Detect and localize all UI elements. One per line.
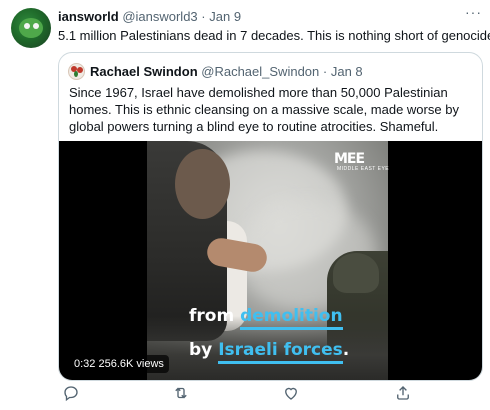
quoted-header: Rachael Swindon @Rachael_Swindon · Jan 8 (90, 64, 363, 80)
video-caption-line1: from demolition (189, 306, 343, 330)
retweet-icon[interactable] (172, 384, 192, 404)
avatar-eye (24, 23, 30, 29)
reply-icon[interactable] (62, 384, 82, 404)
caption-highlight: demolition (240, 306, 343, 330)
quoted-separator: · (322, 64, 328, 79)
quoted-tweet[interactable]: Rachael Swindon @Rachael_Swindon · Jan 8… (58, 52, 483, 381)
caption-highlight: Israeli forces (218, 340, 343, 364)
author-name[interactable]: iansworld (58, 9, 119, 24)
author-handle[interactable]: @iansworld3 (122, 9, 197, 24)
quoted-date[interactable]: Jan 8 (331, 64, 363, 79)
avatar-face (19, 18, 43, 38)
quoted-author-name[interactable]: Rachael Swindon (90, 64, 198, 79)
tweet-actions (58, 384, 483, 406)
quoted-text: Since 1967, Israel have demolished more … (69, 85, 459, 134)
video-caption-line2: by Israeli forces. (189, 340, 350, 364)
video-logo: MEE (334, 151, 365, 167)
video-stats-badge: 0:32 256.6K views (69, 355, 169, 373)
header-separator: · (201, 9, 206, 24)
like-icon[interactable] (282, 384, 302, 404)
tweet-date[interactable]: Jan 9 (209, 9, 241, 24)
caption-text: by (189, 340, 213, 360)
tweet-text: 5.1 million Palestinians dead in 7 decad… (58, 28, 490, 43)
person-head (175, 149, 230, 219)
avatar-eye (33, 23, 39, 29)
caption-period: . (342, 340, 350, 360)
avatar[interactable] (11, 8, 51, 48)
caption-text: from (189, 306, 235, 326)
video-logo-subtext: MIDDLE EAST EYE (337, 166, 390, 172)
soldier-helmet (333, 253, 379, 293)
video-duration: 0:32 (74, 358, 96, 370)
quoted-avatar (68, 63, 85, 80)
more-options-icon[interactable]: ··· (465, 4, 482, 20)
video-views: 256.6K views (98, 358, 164, 370)
video-player[interactable]: MEE MIDDLE EAST EYE from demolition by I… (59, 141, 482, 380)
quoted-author-handle[interactable]: @Rachael_Swindon (201, 64, 319, 79)
tweet[interactable]: iansworld @iansworld3 · Jan 9 ··· 5.1 mi… (0, 0, 490, 410)
avatar-rose-stem (74, 71, 78, 77)
tweet-header: iansworld @iansworld3 · Jan 9 (58, 8, 241, 25)
share-icon[interactable] (394, 384, 414, 404)
